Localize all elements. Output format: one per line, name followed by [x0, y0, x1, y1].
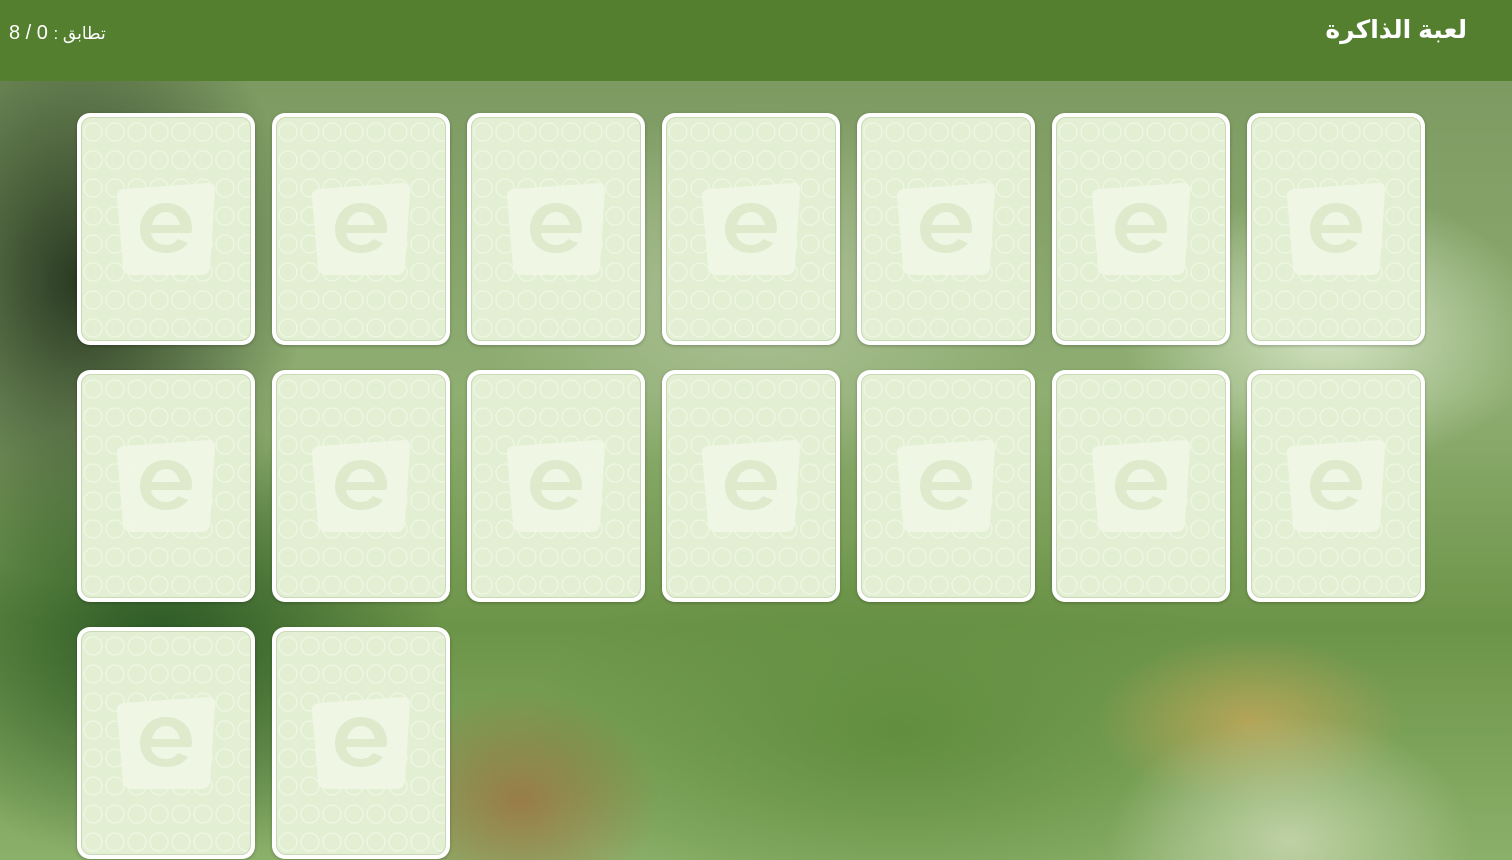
e-logo-icon: [506, 183, 606, 275]
e-logo-icon: [1286, 440, 1386, 532]
memory-card[interactable]: [77, 370, 255, 602]
memory-card[interactable]: [272, 113, 450, 345]
card-back: [81, 374, 251, 598]
memory-card[interactable]: [467, 113, 645, 345]
card-back: [471, 374, 641, 598]
card-back: [81, 631, 251, 855]
e-logo-icon: [116, 183, 216, 275]
memory-card[interactable]: [1247, 113, 1425, 345]
memory-card[interactable]: [662, 370, 840, 602]
memory-card[interactable]: [77, 113, 255, 345]
memory-card[interactable]: [1052, 113, 1230, 345]
e-logo-icon: [1091, 183, 1191, 275]
e-logo-icon: [1091, 440, 1191, 532]
e-logo-icon: [116, 697, 216, 789]
memory-card[interactable]: [272, 370, 450, 602]
e-logo-icon: [701, 440, 801, 532]
e-logo-icon: [701, 183, 801, 275]
e-logo-icon: [311, 183, 411, 275]
card-back: [276, 631, 446, 855]
card-back: [81, 117, 251, 341]
card-back: [1056, 374, 1226, 598]
e-logo-icon: [506, 440, 606, 532]
match-counter: تطابق : 0 / 8: [9, 20, 106, 47]
memory-card[interactable]: [1052, 370, 1230, 602]
memory-card[interactable]: [272, 627, 450, 859]
card-back: [276, 117, 446, 341]
card-back: [861, 117, 1031, 341]
game-header: لعبة الذاكرة تطابق : 0 / 8: [0, 0, 1512, 81]
e-logo-icon: [1286, 183, 1386, 275]
memory-card[interactable]: [77, 627, 255, 859]
e-logo-icon: [311, 697, 411, 789]
memory-card[interactable]: [467, 370, 645, 602]
e-logo-icon: [896, 183, 996, 275]
card-back: [1251, 374, 1421, 598]
memory-card[interactable]: [1247, 370, 1425, 602]
memory-card[interactable]: [857, 113, 1035, 345]
e-logo-icon: [896, 440, 996, 532]
card-back: [666, 374, 836, 598]
match-counter-label: تطابق :: [53, 24, 106, 43]
e-logo-icon: [311, 440, 411, 532]
memory-card[interactable]: [857, 370, 1035, 602]
card-back: [1056, 117, 1226, 341]
e-logo-icon: [116, 440, 216, 532]
card-back: [861, 374, 1031, 598]
match-counter-value: 0 / 8: [9, 22, 48, 44]
card-back: [276, 374, 446, 598]
card-grid: [77, 113, 1437, 859]
game-title: لعبة الذاكرة: [1325, 16, 1467, 44]
card-back: [666, 117, 836, 341]
card-back: [1251, 117, 1421, 341]
memory-card[interactable]: [662, 113, 840, 345]
card-back: [471, 117, 641, 341]
